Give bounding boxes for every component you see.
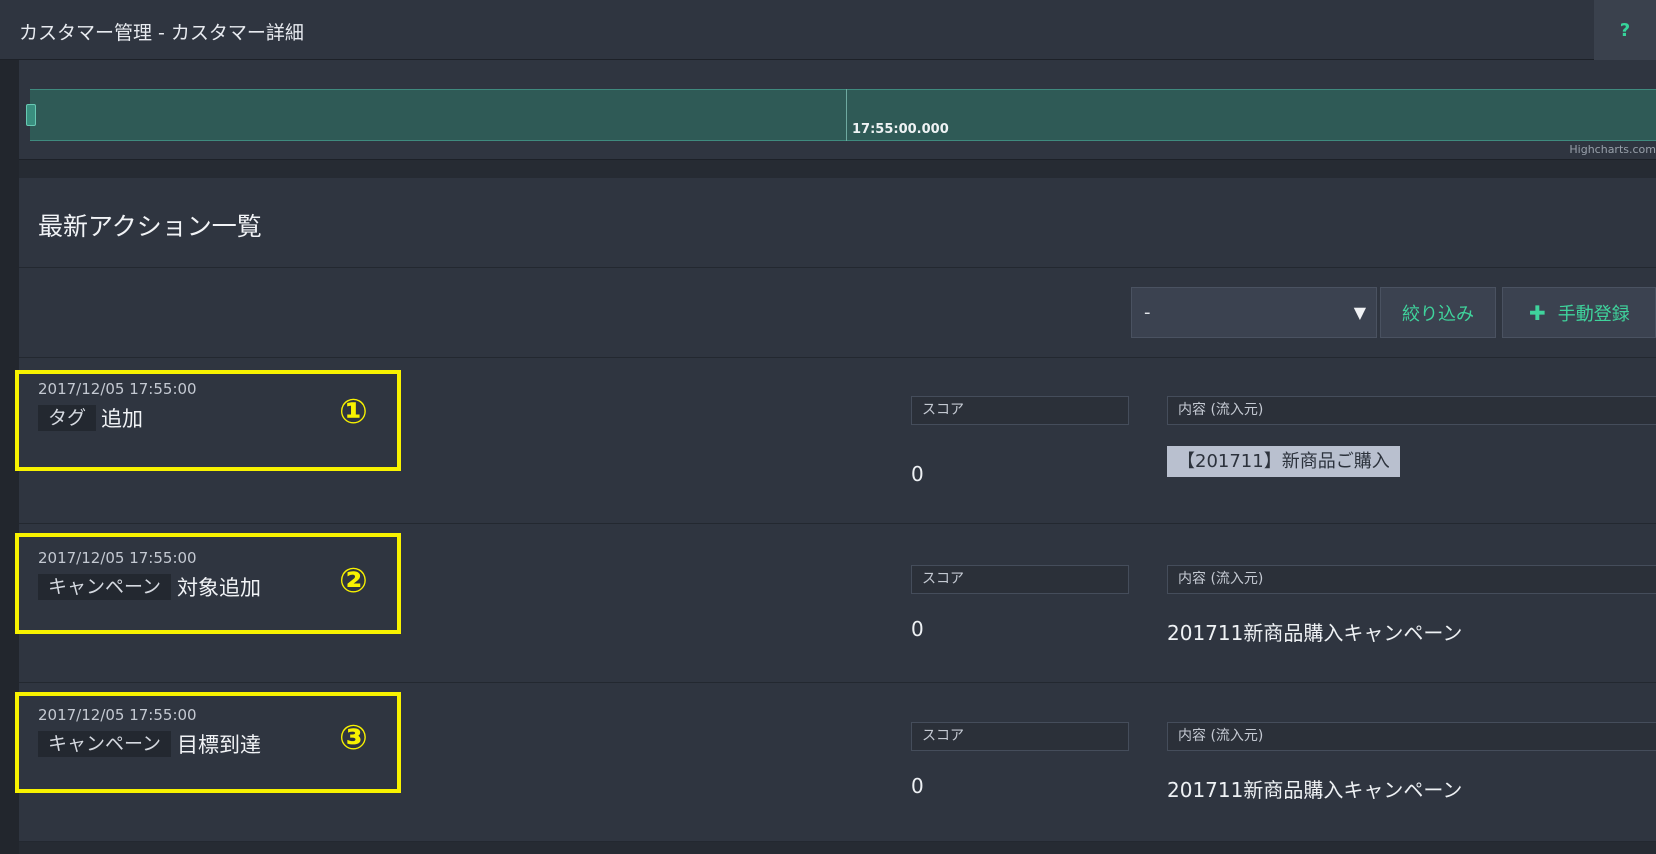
section-header xyxy=(19,178,1656,268)
highcharts-credit[interactable]: Highcharts.com xyxy=(1569,143,1656,156)
action-row: 2017/12/05 17:55:00 キャンペーン 目標到達 ③ スコア 内容… xyxy=(15,684,1656,842)
manual-register-label: 手動登録 xyxy=(1557,303,1630,325)
score-value: 0 xyxy=(911,774,924,798)
navigator-tick xyxy=(846,89,847,141)
number-marker: ② xyxy=(339,561,368,601)
action-timestamp: 2017/12/05 17:55:00 xyxy=(38,380,197,398)
content-label: 内容 (流入元) xyxy=(1167,722,1656,751)
filter-select[interactable]: - ▼ xyxy=(1131,287,1377,338)
filter-button[interactable]: 絞り込み xyxy=(1380,287,1496,338)
score-label: スコア xyxy=(911,565,1129,594)
manual-register-button[interactable]: ✚ 手動登録 xyxy=(1502,287,1656,338)
action-name: 追加 xyxy=(101,407,143,431)
score-value: 0 xyxy=(911,462,924,486)
content-value: 201711新商品購入キャンペーン xyxy=(1167,621,1463,645)
action-name: 目標到達 xyxy=(177,733,261,757)
action-category-badge: キャンペーン xyxy=(38,574,172,600)
action-row: 2017/12/05 17:55:00 キャンペーン 対象追加 ② スコア 内容… xyxy=(15,525,1656,683)
action-timestamp: 2017/12/05 17:55:00 xyxy=(38,549,197,567)
action-category-badge: タグ xyxy=(38,405,97,431)
timeline-navigator[interactable] xyxy=(30,89,1656,141)
number-marker: ③ xyxy=(339,718,368,758)
content-label: 内容 (流入元) xyxy=(1167,565,1656,594)
score-value: 0 xyxy=(911,617,924,641)
help-button[interactable]: ? xyxy=(1594,0,1656,60)
content-label: 内容 (流入元) xyxy=(1167,396,1656,425)
number-marker: ① xyxy=(339,392,368,432)
navigator-tick-label: 17:55:00.000 xyxy=(852,122,949,137)
navigator-handle[interactable] xyxy=(26,104,36,126)
content-value: 201711新商品購入キャンペーン xyxy=(1167,778,1463,802)
top-bar: カスタマー管理 - カスタマー詳細 ? xyxy=(0,0,1656,60)
plus-icon: ✚ xyxy=(1529,300,1546,325)
section-title: 最新アクション一覧 xyxy=(38,212,262,241)
filter-select-value: - xyxy=(1144,302,1151,323)
page-title: カスタマー管理 - カスタマー詳細 xyxy=(19,22,304,44)
action-timestamp: 2017/12/05 17:55:00 xyxy=(38,706,197,724)
content-tag-badge[interactable]: 【201711】新商品ご購入 xyxy=(1167,446,1400,477)
dropdown-arrow-icon: ▼ xyxy=(1353,303,1366,322)
action-category-badge: キャンペーン xyxy=(38,731,172,757)
score-label: スコア xyxy=(911,396,1129,425)
action-row: 2017/12/05 17:55:00 タグ 追加 ① スコア 内容 (流入元)… xyxy=(15,358,1656,524)
action-name: 対象追加 xyxy=(177,576,261,600)
score-label: スコア xyxy=(911,722,1129,751)
